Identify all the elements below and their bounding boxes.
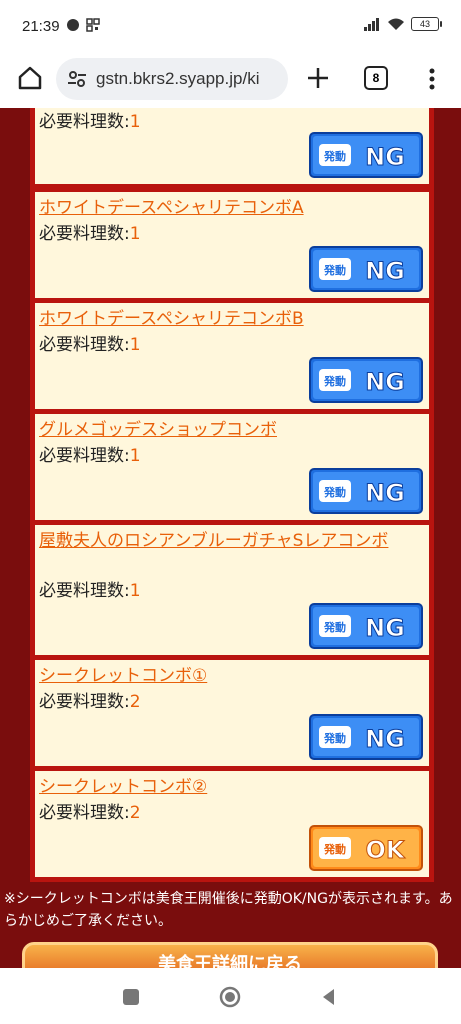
- more-menu-icon[interactable]: [420, 66, 444, 92]
- battery-level: 43: [419, 19, 430, 29]
- badge-status: NG: [365, 143, 405, 171]
- system-nav-bar: [0, 968, 461, 1024]
- status-badge-ng: 発動 NG: [309, 714, 423, 760]
- status-badge-ng: 発動 NG: [309, 357, 423, 403]
- badge-label: 発動: [323, 842, 346, 856]
- status-badge-ng: 発動 NG: [309, 246, 423, 292]
- badge-status: OK: [366, 836, 406, 864]
- required-count: 必要料理数:1: [39, 446, 141, 466]
- wifi-icon: [388, 18, 404, 30]
- badge-label: 発動: [323, 149, 346, 163]
- browser-toolbar: gstn.bkrs2.syapp.jp/ki 8: [0, 52, 461, 108]
- status-badge-ok: 発動 OK: [309, 825, 423, 871]
- combo-title-link[interactable]: シークレットコンボ②: [39, 775, 419, 799]
- status-badge-ng: 発動 NG: [309, 132, 423, 178]
- page-content: 必要料理数:1 発動 NG ホワイトデースペシャリテコンボA 必要料理数:1 発動…: [0, 108, 461, 968]
- combo-title-link[interactable]: 屋敷夫人のロシアンブルーガチャSレアコンボ: [39, 529, 419, 553]
- qr-icon: [86, 18, 100, 32]
- badge-status: NG: [365, 614, 405, 642]
- combo-title-link[interactable]: ホワイトデースペシャリテコンボA: [39, 196, 419, 220]
- status-badge-ng: 発動 NG: [309, 468, 423, 514]
- status-badge-ng: 発動 NG: [309, 603, 423, 649]
- badge-label: 発動: [323, 620, 346, 634]
- badge-status: NG: [365, 479, 405, 507]
- status-bar: 21:39 43: [0, 0, 461, 52]
- combo-title-link[interactable]: シークレットコンボ①: [39, 664, 419, 688]
- badge-status: NG: [365, 368, 405, 396]
- required-count: 必要料理数:1: [39, 335, 141, 355]
- cloud-icon: [67, 19, 79, 31]
- badge-label: 発動: [323, 263, 346, 277]
- badge-status: NG: [365, 257, 405, 285]
- required-count: 必要料理数:1: [39, 224, 141, 244]
- combo-card: 必要料理数:1 発動 NG: [35, 108, 429, 184]
- address-bar[interactable]: gstn.bkrs2.syapp.jp/ki: [56, 58, 288, 100]
- tab-switcher-button[interactable]: 8: [364, 66, 388, 90]
- home-icon[interactable]: [16, 64, 44, 92]
- badge-label: 発動: [323, 374, 346, 388]
- combo-card: シークレットコンボ② 必要料理数:2 発動 OK: [35, 771, 429, 877]
- badge-status: NG: [365, 725, 405, 753]
- status-time: 21:39: [22, 18, 60, 35]
- required-count: 必要料理数:2: [39, 692, 141, 712]
- site-settings-icon[interactable]: [66, 68, 88, 90]
- badge-label: 発動: [323, 731, 346, 745]
- combo-title-link[interactable]: グルメゴッデスショップコンボ: [39, 418, 419, 442]
- combo-card: ホワイトデースペシャリテコンボA 必要料理数:1 発動 NG: [35, 192, 429, 298]
- combo-card: ホワイトデースペシャリテコンボB 必要料理数:1 発動 NG: [35, 303, 429, 409]
- required-count: 必要料理数:1: [39, 112, 141, 132]
- back-icon[interactable]: [318, 986, 340, 1008]
- tab-count: 8: [372, 71, 380, 85]
- new-tab-icon[interactable]: [304, 64, 332, 92]
- combo-card: 屋敷夫人のロシアンブルーガチャSレアコンボ 必要料理数:1 発動 NG: [35, 525, 429, 655]
- combo-card: シークレットコンボ① 必要料理数:2 発動 NG: [35, 660, 429, 766]
- url-text: gstn.bkrs2.syapp.jp/ki: [96, 69, 260, 88]
- secret-combo-note: ※シークレットコンボは美食王開催後に発動OK/NGが表示されます。あらかじめご了…: [4, 891, 453, 929]
- combo-title-link[interactable]: ホワイトデースペシャリテコンボB: [39, 307, 419, 331]
- signal-icon: [364, 18, 379, 31]
- home-nav-icon[interactable]: [219, 986, 241, 1008]
- battery-icon: 43: [411, 17, 442, 31]
- badge-label: 発動: [323, 485, 346, 499]
- back-to-details-button[interactable]: 美食王詳細に戻る: [22, 942, 438, 968]
- required-count: 必要料理数:1: [39, 581, 141, 601]
- recents-icon[interactable]: [120, 986, 142, 1008]
- required-count: 必要料理数:2: [39, 803, 141, 823]
- combo-card: グルメゴッデスショップコンボ 必要料理数:1 発動 NG: [35, 414, 429, 520]
